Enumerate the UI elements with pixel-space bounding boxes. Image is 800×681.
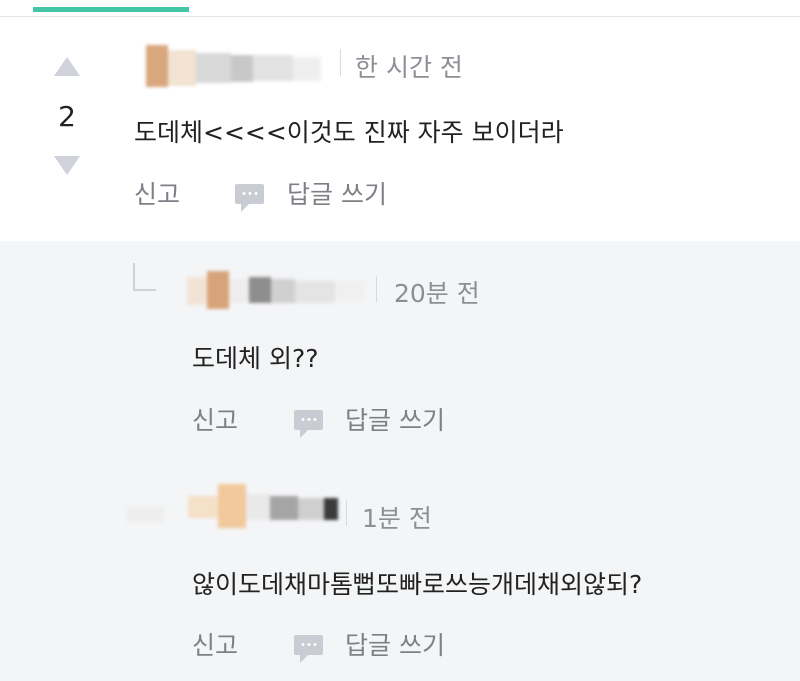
report-button[interactable]: 신고	[192, 401, 238, 437]
comment-text: 도데체<<<<이것도 진짜 자주 보이더라	[134, 118, 564, 147]
top-tab-bar	[0, 0, 800, 17]
separator	[376, 276, 377, 302]
downvote-icon[interactable]	[54, 156, 80, 175]
reply-time: 20분 전	[394, 279, 480, 308]
speech-bubble-icon[interactable]	[294, 410, 323, 438]
speech-bubble-icon[interactable]	[294, 635, 323, 663]
reply-arrow-icon	[133, 263, 156, 291]
comment-time: 한 시간 전	[355, 53, 463, 82]
separator	[340, 49, 341, 76]
reply-text: 도데체 외??	[192, 344, 319, 373]
write-reply-button[interactable]: 답글 쓰기	[345, 626, 445, 662]
upvote-icon[interactable]	[54, 57, 80, 76]
write-reply-button[interactable]: 답글 쓰기	[345, 401, 445, 437]
avatar	[187, 271, 367, 309]
vote-count: 2	[58, 100, 76, 133]
reply-text: 않이도데채마톰뻡또빠로쓰능개데채외않되?	[192, 570, 643, 599]
report-button[interactable]: 신고	[134, 175, 180, 211]
avatar	[124, 484, 339, 528]
write-reply-button[interactable]: 답글 쓰기	[287, 175, 387, 211]
active-tab-indicator	[33, 7, 189, 12]
speech-bubble-icon[interactable]	[235, 184, 264, 212]
report-button[interactable]: 신고	[192, 626, 238, 662]
separator	[346, 500, 347, 526]
avatar	[133, 45, 323, 87]
reply-time: 1분 전	[362, 504, 432, 533]
